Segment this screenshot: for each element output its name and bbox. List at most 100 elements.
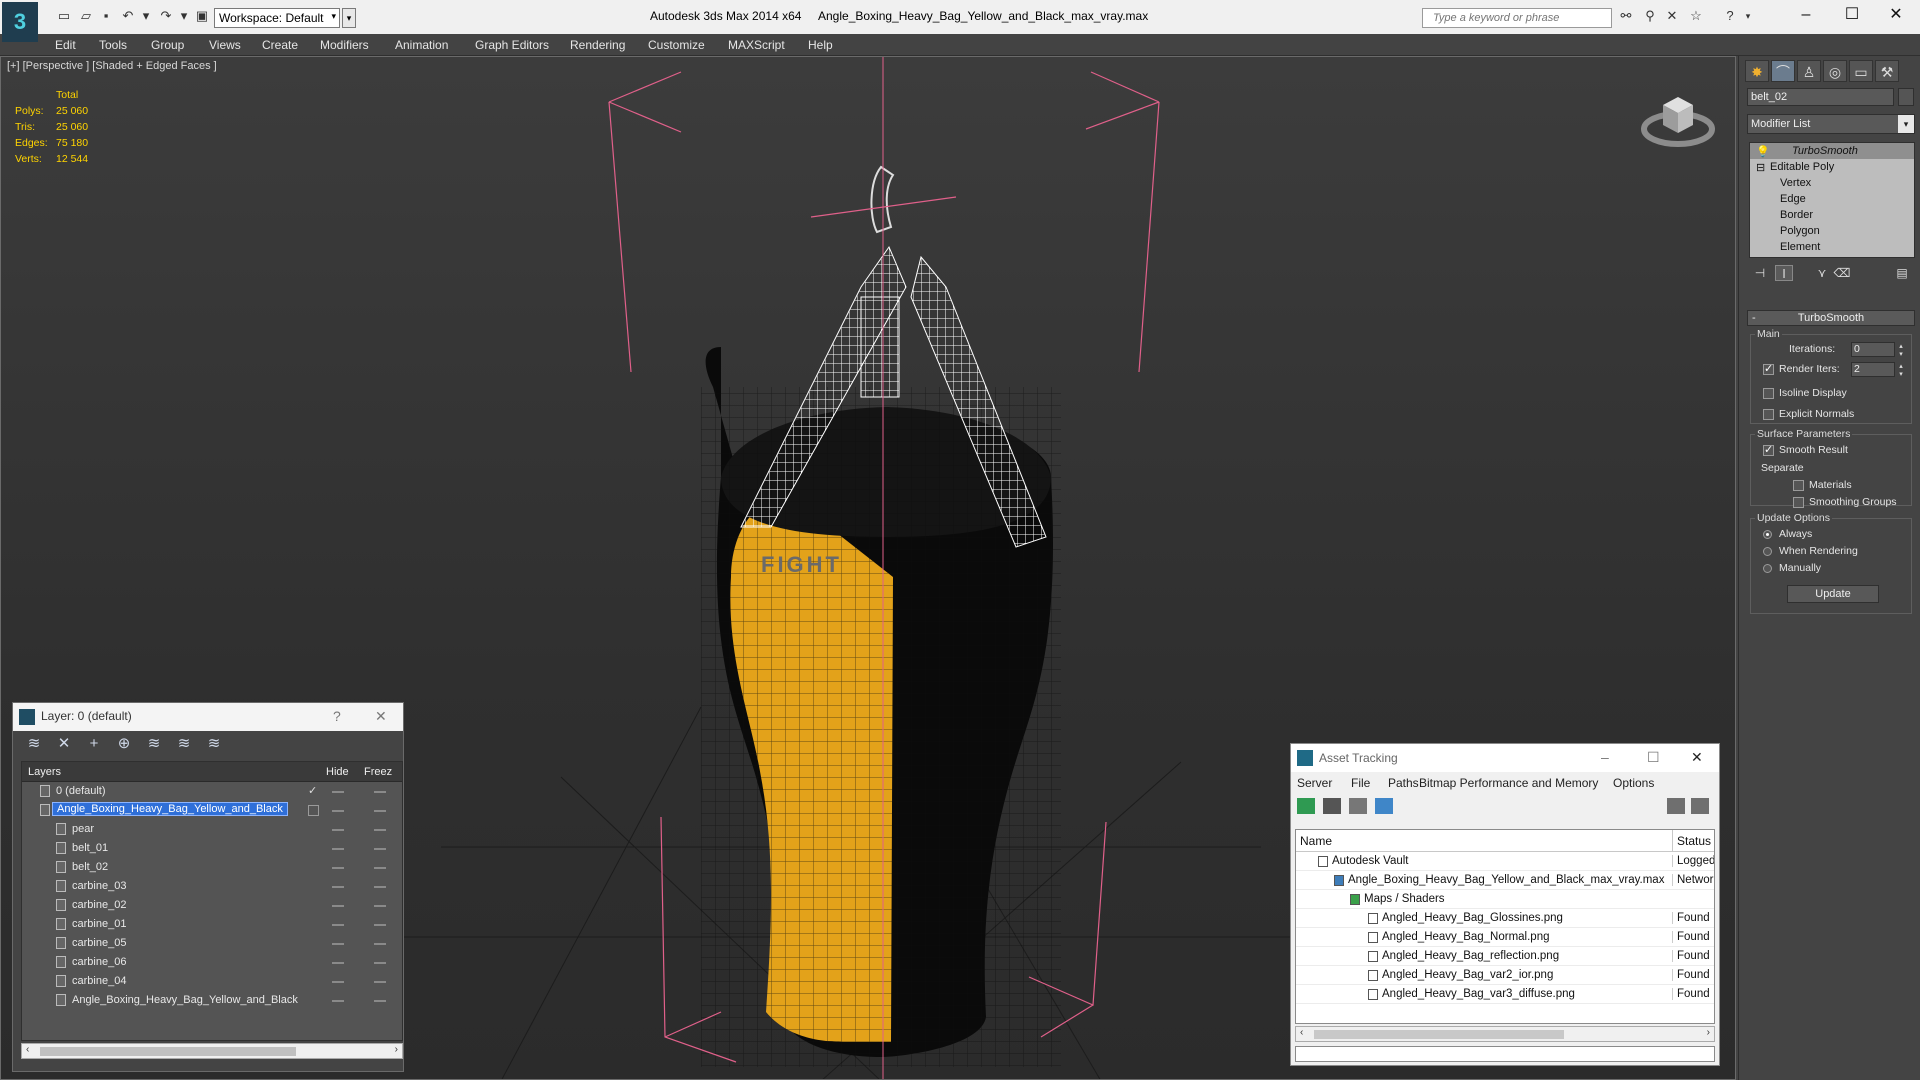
menu-options[interactable]: Options bbox=[1613, 776, 1654, 790]
asset-row[interactable]: Autodesk Vault Logged bbox=[1296, 852, 1714, 871]
list-view-icon[interactable] bbox=[1323, 798, 1341, 814]
update-button[interactable]: Update bbox=[1787, 585, 1879, 603]
layer-row[interactable]: belt_01 bbox=[22, 839, 402, 858]
render-iters-checkbox[interactable] bbox=[1763, 362, 1774, 375]
favorites-star-icon[interactable]: ☆ bbox=[1688, 9, 1704, 23]
asset-row[interactable]: Angled_Heavy_Bag_var3_diffuse.png Found bbox=[1296, 985, 1714, 1004]
asset-row[interactable]: Angled_Heavy_Bag_Glossines.png Found bbox=[1296, 909, 1714, 928]
expand-icon[interactable]: ⊟ bbox=[1756, 161, 1765, 174]
asset-row[interactable]: Angled_Heavy_Bag_reflection.png Found bbox=[1296, 947, 1714, 966]
layer-row[interactable]: Angle_Boxing_Heavy_Bag_Yellow_and_Black bbox=[22, 801, 402, 820]
layer-row[interactable]: carbine_02 bbox=[22, 896, 402, 915]
modifier-list-dropdown[interactable]: Modifier List ▾ bbox=[1747, 114, 1915, 134]
layer-row[interactable]: carbine_01 bbox=[22, 915, 402, 934]
horizontal-scrollbar[interactable]: ‹ › bbox=[21, 1043, 403, 1059]
new-file-icon[interactable]: ▭ bbox=[56, 9, 72, 23]
modify-tab-icon[interactable]: ⌒ bbox=[1771, 60, 1795, 82]
hierarchy-tab-icon[interactable]: ♙ bbox=[1797, 60, 1821, 82]
object-name-field[interactable]: belt_02 bbox=[1747, 88, 1894, 106]
menu-server[interactable]: Server bbox=[1297, 776, 1332, 790]
binoculars-icon[interactable]: ⚯ bbox=[1618, 9, 1634, 23]
always-radio[interactable] bbox=[1763, 530, 1772, 539]
menu-group[interactable]: Group bbox=[151, 38, 184, 52]
manually-radio[interactable] bbox=[1763, 564, 1772, 573]
maximize-icon[interactable]: ☐ bbox=[1647, 749, 1660, 766]
scroll-thumb[interactable] bbox=[40, 1047, 296, 1056]
menu-maxscript[interactable]: MAXScript bbox=[728, 38, 785, 52]
maximize-button[interactable]: ☐ bbox=[1832, 4, 1872, 28]
add-icon[interactable]: + bbox=[85, 736, 103, 752]
stack-item-turbosmooth[interactable]: 💡 TurboSmooth bbox=[1750, 143, 1914, 159]
close-icon[interactable]: ✕ bbox=[1691, 749, 1703, 766]
iterations-spinner[interactable]: 0 bbox=[1851, 342, 1904, 358]
layer-row[interactable]: 0 (default) ✓ bbox=[22, 782, 402, 801]
menu-help[interactable]: Help bbox=[808, 38, 833, 52]
layer-row[interactable]: Angle_Boxing_Heavy_Bag_Yellow_and_Black bbox=[22, 991, 402, 1010]
menu-rendering[interactable]: Rendering bbox=[570, 38, 625, 52]
search-input[interactable] bbox=[1423, 9, 1611, 27]
scroll-right-icon[interactable]: › bbox=[395, 1044, 398, 1055]
remove-modifier-icon[interactable]: ⌫ bbox=[1833, 265, 1851, 281]
thumbnail-view-icon[interactable] bbox=[1349, 798, 1367, 814]
stack-item-element[interactable]: Element bbox=[1750, 239, 1914, 255]
scroll-left-icon[interactable]: ‹ bbox=[26, 1044, 29, 1055]
active-layer-checkbox[interactable] bbox=[308, 805, 319, 816]
column-hide[interactable]: Hide bbox=[326, 766, 349, 778]
layer-row[interactable]: carbine_06 bbox=[22, 953, 402, 972]
open-file-icon[interactable]: ▱ bbox=[78, 9, 94, 23]
asset-row[interactable]: Angled_Heavy_Bag_Normal.png Found bbox=[1296, 928, 1714, 947]
configure-sets-icon[interactable]: ▤ bbox=[1893, 265, 1911, 281]
minimize-button[interactable]: – bbox=[1786, 4, 1826, 28]
viewcube-icon[interactable] bbox=[1641, 87, 1715, 149]
object-color-swatch[interactable] bbox=[1898, 88, 1914, 106]
layer-row[interactable]: belt_02 bbox=[22, 858, 402, 877]
search-field[interactable] bbox=[1422, 8, 1612, 28]
make-unique-icon[interactable]: ⋎ bbox=[1813, 265, 1831, 281]
scroll-left-icon[interactable]: ‹ bbox=[1300, 1027, 1303, 1038]
asset-row[interactable]: Angled_Heavy_Bag_var2_ior.png Found bbox=[1296, 966, 1714, 985]
stack-item-polygon[interactable]: Polygon bbox=[1750, 223, 1914, 239]
asset-dialog-titlebar[interactable]: Asset Tracking – ☐ ✕ bbox=[1291, 744, 1719, 772]
refresh-icon[interactable] bbox=[1297, 798, 1315, 814]
menu-edit[interactable]: Edit bbox=[55, 38, 76, 52]
help-button[interactable]: ? bbox=[333, 708, 341, 724]
layer-row[interactable]: pear bbox=[22, 820, 402, 839]
layer-stack-icon[interactable]: ≋ bbox=[25, 736, 43, 752]
menu-graph-editors[interactable]: Graph Editors bbox=[475, 38, 549, 52]
show-end-result-icon[interactable]: Ⅰ bbox=[1775, 265, 1793, 281]
menu-modifiers[interactable]: Modifiers bbox=[320, 38, 369, 52]
close-icon[interactable]: ✕ bbox=[375, 708, 387, 725]
menu-create[interactable]: Create bbox=[262, 38, 298, 52]
delete-icon[interactable]: ✕ bbox=[55, 736, 73, 752]
motion-tab-icon[interactable]: ◎ bbox=[1823, 60, 1847, 82]
highlight-layer-icon[interactable]: ≋ bbox=[145, 736, 163, 752]
stack-item-editable-poly[interactable]: ⊟ Editable Poly bbox=[1750, 159, 1914, 175]
subscription-icon[interactable]: ⚲ bbox=[1642, 9, 1658, 23]
horizontal-scrollbar[interactable]: ‹ › bbox=[1295, 1026, 1715, 1042]
communication-icon[interactable]: ✕ bbox=[1664, 9, 1680, 23]
stack-item-border[interactable]: Border bbox=[1750, 207, 1914, 223]
layer-row[interactable]: carbine_04 bbox=[22, 972, 402, 991]
layer-row[interactable]: carbine_03 bbox=[22, 877, 402, 896]
column-layers[interactable]: Layers bbox=[28, 766, 61, 778]
menu-animation[interactable]: Animation bbox=[395, 38, 448, 52]
settings-icon[interactable] bbox=[1691, 798, 1709, 814]
freeze-all-icon[interactable]: ≋ bbox=[205, 736, 223, 752]
create-tab-icon[interactable]: ✸ bbox=[1745, 60, 1769, 82]
close-button[interactable]: ✕ bbox=[1876, 4, 1916, 28]
table-view-icon[interactable] bbox=[1375, 798, 1393, 814]
scroll-thumb[interactable] bbox=[1314, 1030, 1564, 1039]
smooth-result-checkbox[interactable] bbox=[1763, 443, 1774, 456]
stack-item-edge[interactable]: Edge bbox=[1750, 191, 1914, 207]
undo-dropdown-icon[interactable]: ▾ bbox=[138, 9, 154, 23]
menu-paths[interactable]: Paths bbox=[1388, 776, 1419, 790]
pin-stack-icon[interactable]: ⊣ bbox=[1751, 265, 1769, 281]
save-icon[interactable]: ▪ bbox=[98, 9, 114, 23]
menu-customize[interactable]: Customize bbox=[648, 38, 705, 52]
menu-tools[interactable]: Tools bbox=[99, 38, 127, 52]
scroll-right-icon[interactable]: › bbox=[1707, 1027, 1710, 1038]
layer-dialog-titlebar[interactable]: Layer: 0 (default) ? ✕ bbox=[13, 703, 403, 731]
smoothing-groups-checkbox[interactable] bbox=[1793, 497, 1804, 508]
when-rendering-radio[interactable] bbox=[1763, 547, 1772, 556]
explicit-normals-checkbox[interactable] bbox=[1763, 409, 1774, 420]
